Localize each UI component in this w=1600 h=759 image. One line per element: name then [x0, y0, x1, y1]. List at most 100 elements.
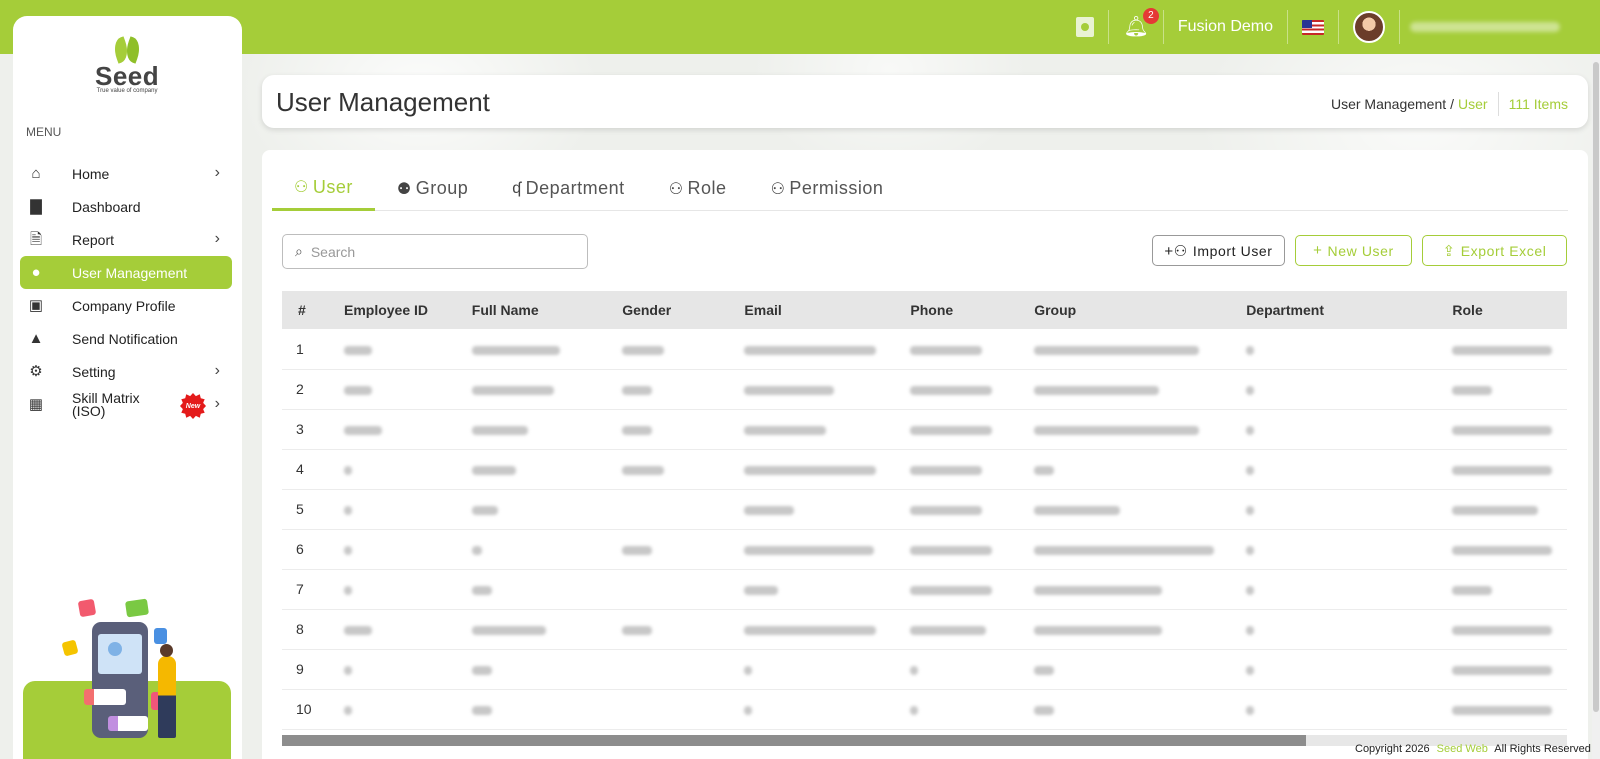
import-user-button[interactable]: +⚇ Import User [1152, 235, 1285, 266]
table-row[interactable]: 1 [282, 329, 1567, 369]
cell-gender [606, 409, 728, 449]
table-row[interactable]: 9 [282, 649, 1567, 689]
cell-employee-id [328, 329, 456, 369]
add-user-icon: +⚇ [1164, 242, 1188, 260]
vertical-scrollbar-thumb[interactable] [1593, 62, 1599, 712]
footer-copyright: Copyright 2026 [1355, 743, 1430, 755]
row-number: 7 [296, 581, 304, 597]
cell-role [1436, 689, 1567, 729]
table-row[interactable]: 7 [282, 569, 1567, 609]
top-bar-actions: 🔔︎ 2 Fusion Demo [1062, 0, 1580, 54]
table-row[interactable]: 5 [282, 489, 1567, 529]
cell-role [1436, 489, 1567, 529]
cell-gender [606, 569, 728, 609]
column-header-role[interactable]: Role [1436, 291, 1567, 329]
column-header-full-name[interactable]: Full Name [456, 291, 606, 329]
cell-full-name [456, 689, 606, 729]
table-row[interactable]: 8 [282, 609, 1567, 649]
play-icon [108, 642, 122, 656]
company-selector[interactable]: Fusion Demo [1164, 10, 1288, 44]
tab-permission[interactable]: ⚇ Permission [749, 166, 906, 211]
cell-email [728, 649, 894, 689]
sidebar-item-report[interactable]: 🗎 Report › [20, 223, 232, 256]
column-header-department[interactable]: Department [1230, 291, 1436, 329]
language-selector[interactable] [1288, 10, 1339, 44]
export-excel-label: Export Excel [1460, 242, 1547, 259]
user-outline-icon: ⚇ [294, 179, 309, 196]
logo-name: Seed [95, 61, 160, 91]
tab-group[interactable]: ⚉ Group [375, 166, 490, 211]
top-doc-item[interactable] [1062, 10, 1110, 44]
search-input[interactable] [310, 243, 571, 260]
sidebar-item-company-profile[interactable]: ▣ Company Profile [20, 289, 232, 322]
cell-gender [606, 369, 728, 409]
tab-label: Role [687, 178, 727, 198]
table-row[interactable]: 3 [282, 409, 1567, 449]
bell-icon[interactable]: 🔔︎ 2 [1123, 8, 1159, 37]
row-number: 4 [296, 461, 304, 477]
row-number: 2 [296, 381, 304, 397]
cell-email [728, 529, 894, 569]
cell-department [1230, 689, 1436, 729]
vertical-scrollbar[interactable] [1592, 54, 1600, 759]
sidebar-item-setting[interactable]: ⚙ Setting › [20, 355, 232, 388]
cell-department [1230, 529, 1436, 569]
cell-email [728, 369, 894, 409]
cell-employee-id [328, 449, 456, 489]
briefcase-icon: ▣ [28, 297, 44, 314]
users-table-container[interactable]: # Employee ID Full Name Gender Email Pho… [282, 291, 1567, 731]
us-flag-icon[interactable] [1302, 19, 1324, 35]
cell-employee-id [328, 409, 456, 449]
cell-email [728, 569, 894, 609]
cell-full-name [456, 489, 606, 529]
cell-phone [894, 649, 1018, 689]
notification-badge: 2 [1142, 8, 1159, 24]
user-name-blurred[interactable] [1400, 10, 1580, 44]
new-user-label: New User [1327, 242, 1394, 259]
sidebar-item-skill-matrix[interactable]: ▦ Skill Matrix (ISO) New › [20, 388, 232, 421]
avatar[interactable] [1353, 11, 1385, 43]
column-header-gender[interactable]: Gender [606, 291, 728, 329]
cell-department [1230, 329, 1436, 369]
seed-logo[interactable]: Seed True value of company [95, 36, 160, 94]
footer-brand-link[interactable]: Seed Web [1437, 743, 1488, 755]
company-name[interactable]: Fusion Demo [1178, 18, 1273, 36]
notifications[interactable]: 🔔︎ 2 [1109, 8, 1164, 44]
user-icon: ● [31, 264, 41, 281]
column-header-number[interactable]: # [282, 291, 328, 329]
table-row[interactable]: 4 [282, 449, 1567, 489]
table-row[interactable]: 2 [282, 369, 1567, 409]
new-user-button[interactable]: + New User [1295, 235, 1412, 266]
cell-role [1436, 449, 1567, 489]
chevron-right-icon: › [214, 395, 220, 412]
column-header-group[interactable]: Group [1018, 291, 1230, 329]
document-icon[interactable] [1076, 17, 1095, 37]
breadcrumb-root[interactable]: User Management [1331, 96, 1446, 112]
sidebar-item-home[interactable]: ⌂ Home › [20, 157, 232, 190]
cell-gender [606, 329, 728, 369]
sidebar-item-label: Setting [72, 363, 116, 380]
table-row[interactable]: 10 [282, 689, 1567, 729]
cell-role [1436, 649, 1567, 689]
table-row[interactable]: 6 [282, 529, 1567, 569]
sidebar-item-user-management[interactable]: ● User Management [20, 256, 232, 289]
bell-icon: ▲ [28, 330, 44, 347]
decoration-square-icon [124, 598, 150, 618]
user-menu[interactable] [1339, 10, 1400, 44]
plus-icon: + [1313, 242, 1323, 259]
search-box[interactable]: ⌕ [282, 234, 588, 269]
column-header-phone[interactable]: Phone [894, 291, 1018, 329]
column-header-email[interactable]: Email [728, 291, 894, 329]
cell-role [1436, 609, 1567, 649]
export-excel-button[interactable]: ⇪ Export Excel [1422, 235, 1567, 266]
column-header-employee-id[interactable]: Employee ID [328, 291, 456, 329]
tab-user[interactable]: ⚇ User [272, 166, 375, 211]
tab-role[interactable]: ⚇ Role [647, 166, 749, 211]
sidebar-item-dashboard[interactable]: ▇ Dashboard [20, 190, 232, 223]
person-illustration [158, 644, 176, 738]
horizontal-scrollbar-thumb[interactable] [282, 735, 1306, 746]
tab-department[interactable]: ʠ Department [490, 166, 646, 211]
cell-full-name [456, 409, 606, 449]
sidebar-item-send-notification[interactable]: ▲ Send Notification [20, 322, 232, 355]
chevron-right-icon: › [214, 362, 220, 379]
